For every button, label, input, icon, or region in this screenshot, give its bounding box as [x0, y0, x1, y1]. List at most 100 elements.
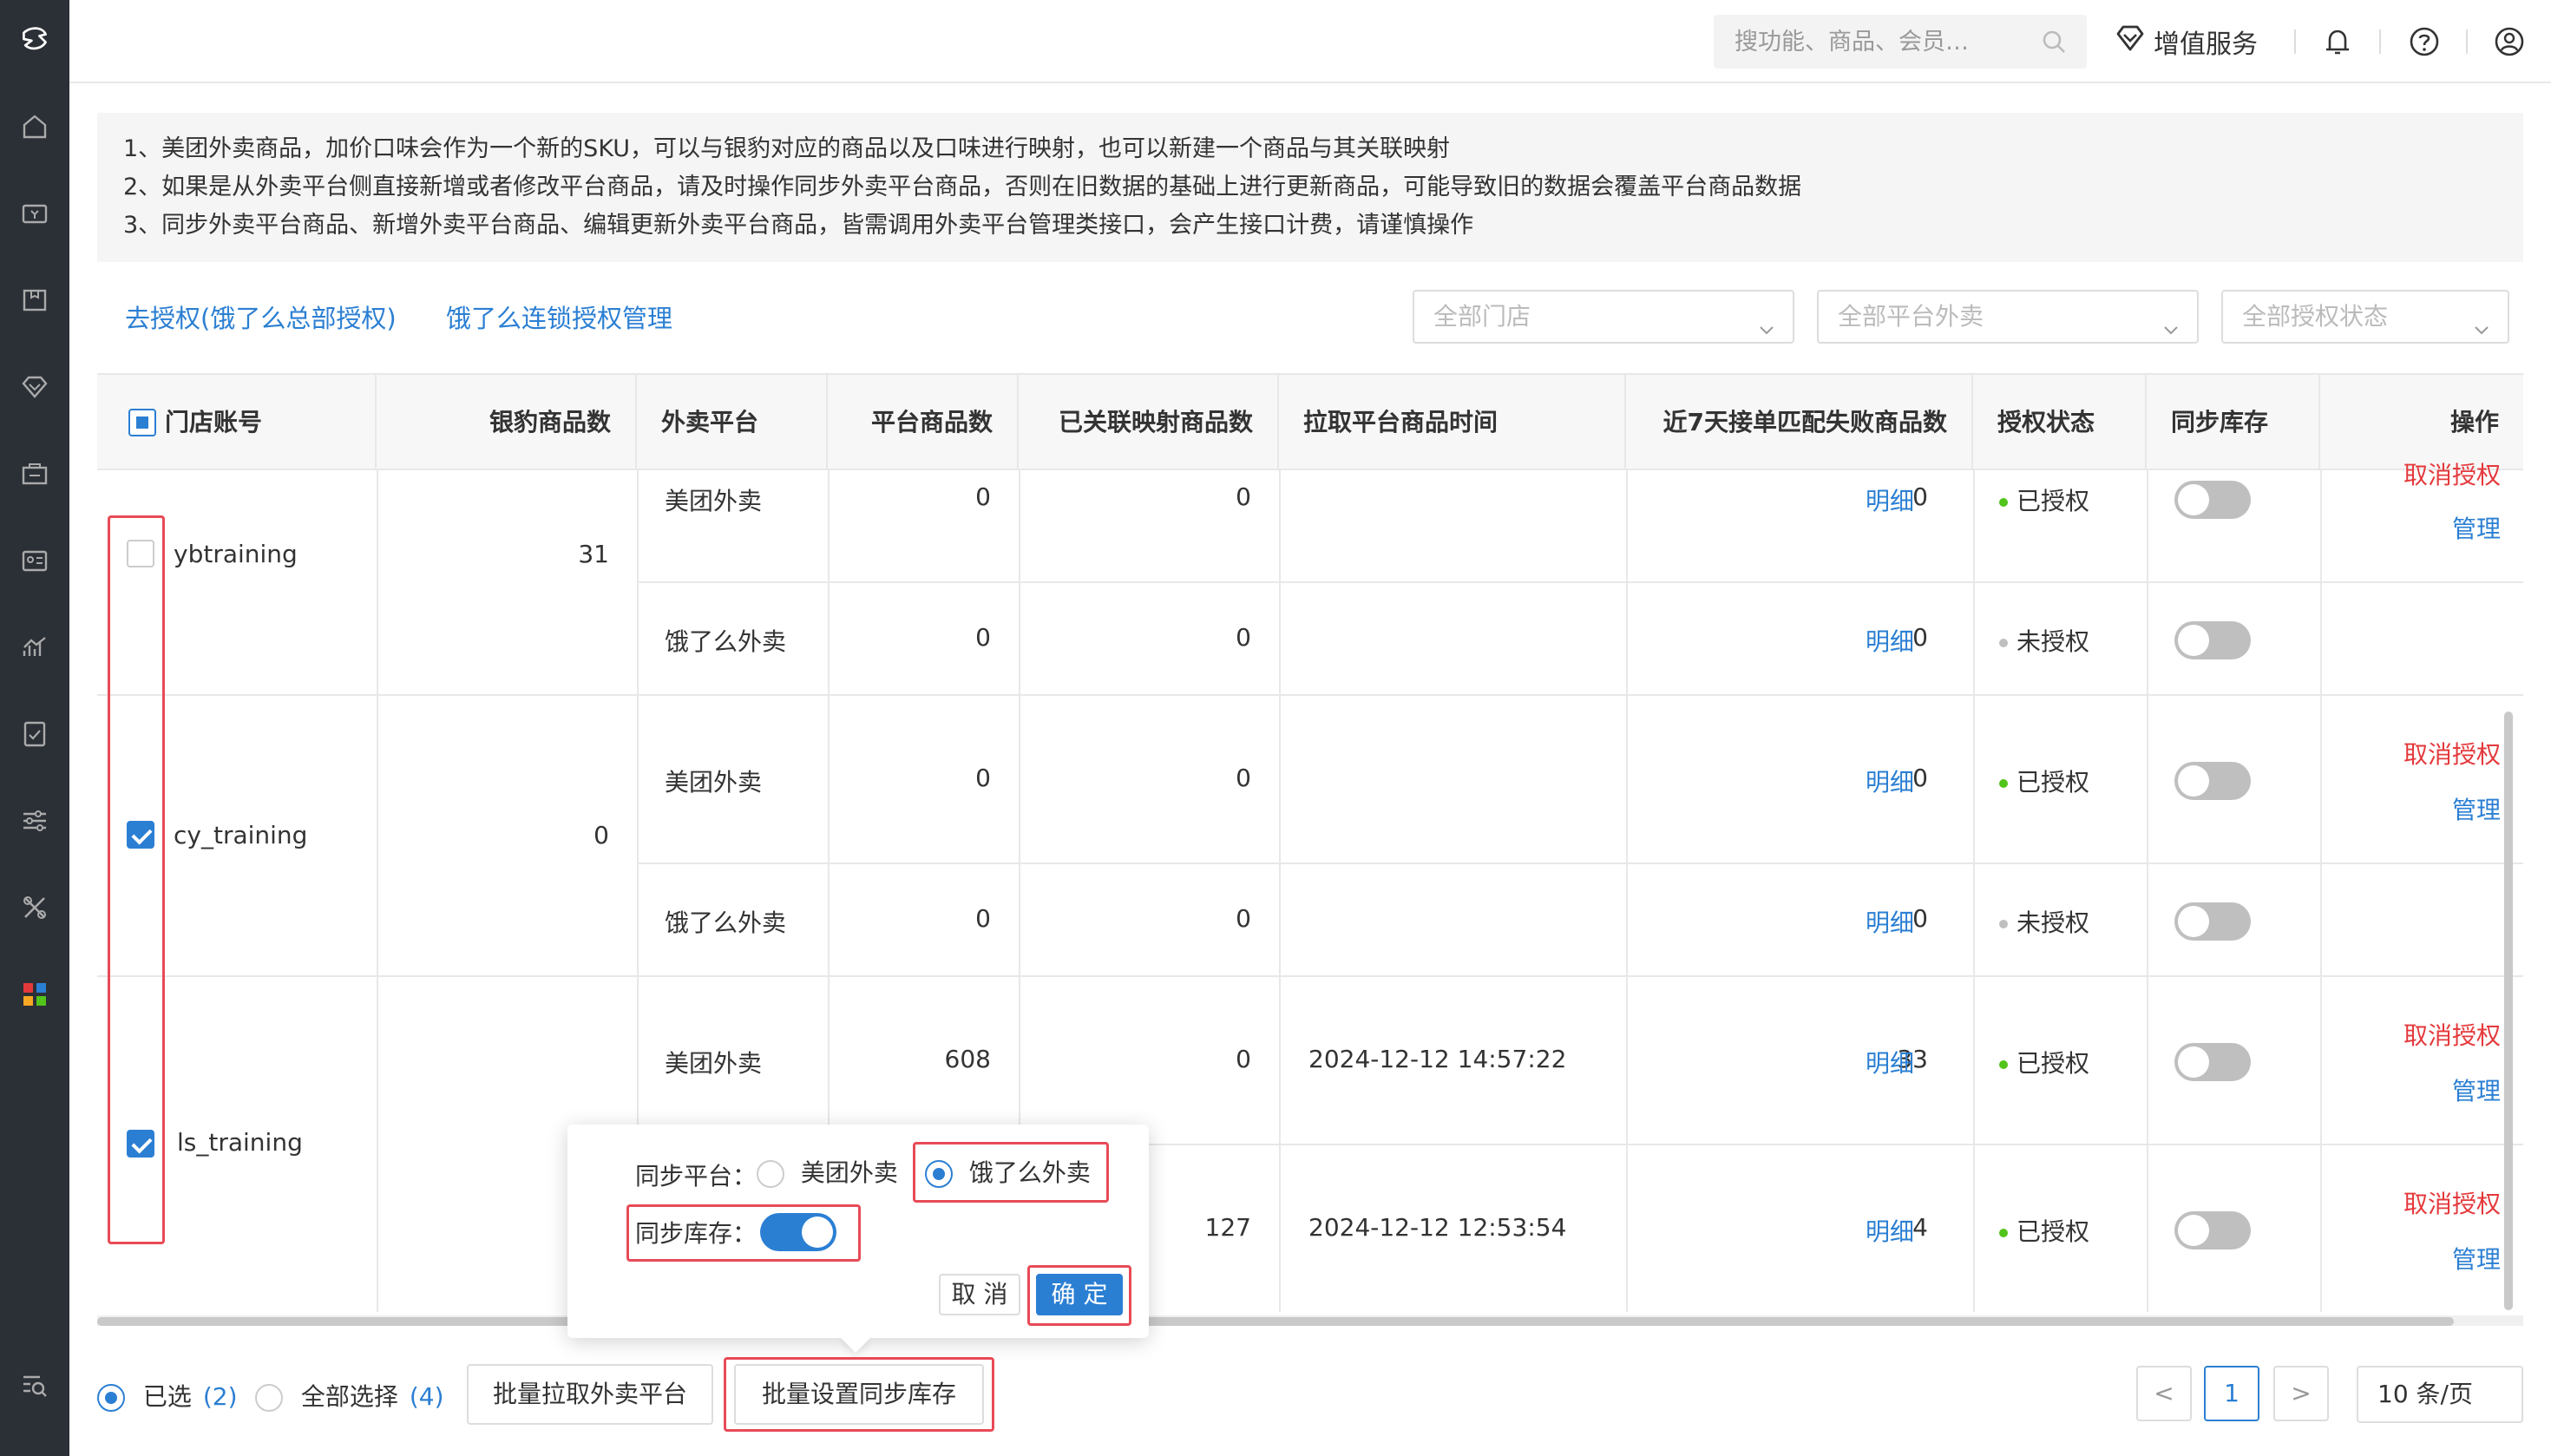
auth-status-filter-select[interactable]: 全部授权状态: [2221, 290, 2509, 344]
detail-link[interactable]: 明细: [1866, 623, 1914, 658]
detail-link[interactable]: 明细: [1866, 904, 1914, 939]
scrollbar-thumb[interactable]: [2504, 712, 2513, 1310]
select-all-radio[interactable]: [255, 1384, 283, 1412]
page-button-1[interactable]: 1: [2204, 1366, 2259, 1421]
platform-filter-select[interactable]: 全部平台外卖: [1817, 290, 2199, 344]
chevron-down-icon: [2471, 307, 2492, 357]
confirm-button[interactable]: 确 定: [1036, 1274, 1123, 1315]
global-search[interactable]: [1714, 15, 2087, 69]
member-icon[interactable]: [17, 370, 52, 404]
auth-status: 未授权: [1999, 623, 2089, 658]
column-divider: [1279, 470, 1281, 1312]
order-icon[interactable]: [17, 717, 52, 751]
chevron-down-icon: [2161, 307, 2181, 357]
help-icon[interactable]: [2405, 23, 2443, 61]
platform-name: 饿了么外卖: [665, 627, 787, 656]
logo-icon[interactable]: [0, 0, 69, 78]
sync-stock-toggle[interactable]: [2174, 621, 2251, 659]
home-icon[interactable]: [17, 109, 52, 144]
marketing-icon[interactable]: [17, 456, 52, 491]
column-divider: [377, 470, 378, 1312]
platform-filter-value: 全部平台外卖: [1838, 302, 1984, 331]
cancel-auth-link[interactable]: 取消授权: [2320, 1017, 2501, 1052]
search-input[interactable]: [1714, 15, 2026, 69]
vertical-scrollbar[interactable]: [2502, 469, 2515, 1312]
batch-sync-stock-button[interactable]: 批量设置同步库存: [734, 1364, 984, 1425]
column-header-fetch-time: 拉取平台商品时间: [1279, 375, 1626, 470]
chain-auth-link[interactable]: 饿了么连锁授权管理: [446, 298, 672, 335]
cancel-auth-link[interactable]: 取消授权: [2320, 456, 2501, 491]
detail-link[interactable]: 明细: [1866, 1045, 1914, 1079]
sync-stock-toggle[interactable]: [2174, 1043, 2251, 1081]
select-all-radio-option[interactable]: 全部选择 (4): [255, 1378, 444, 1413]
report-icon[interactable]: [17, 630, 52, 665]
product-icon[interactable]: [17, 283, 52, 318]
value-added-services-label: 增值服务: [2154, 30, 2258, 60]
sync-stock-toggle[interactable]: [2174, 481, 2251, 519]
sync-stock-toggle[interactable]: [2174, 1211, 2251, 1249]
auth-status: 已授权: [1999, 764, 2089, 798]
meituan-radio-option[interactable]: 美团外卖: [757, 1154, 898, 1189]
detail-link[interactable]: 明细: [1866, 1213, 1914, 1248]
bell-icon[interactable]: [2318, 23, 2357, 61]
tools-icon[interactable]: [17, 890, 52, 925]
column-header-platform: 外卖平台: [637, 375, 828, 470]
sync-stock-toggle[interactable]: [760, 1213, 836, 1251]
apps-icon[interactable]: [17, 977, 52, 1012]
mapped-count: 0: [1236, 482, 1251, 511]
notice-line: 3、同步外卖平台商品、新增外卖平台商品、编辑更新外卖平台商品，皆需调用外卖平台管…: [123, 212, 1474, 239]
cancel-button[interactable]: 取 消: [939, 1274, 1020, 1315]
eleme-radio[interactable]: [925, 1160, 953, 1188]
sync-stock-toggle[interactable]: [2174, 902, 2251, 941]
column-header-store-account: 门店账号: [97, 375, 377, 470]
settings-icon[interactable]: [17, 803, 52, 838]
platform-count: 0: [975, 904, 991, 933]
manage-link[interactable]: 管理: [2320, 1241, 2501, 1276]
notice-line: 2、如果是从外卖平台侧直接新增或者修改平台商品，请及时操作同步外卖平台商品，否则…: [123, 174, 1802, 200]
platform-name: 饿了么外卖: [665, 908, 787, 937]
horizontal-scrollbar[interactable]: [97, 1315, 2523, 1326]
auth-status: 未授权: [1999, 904, 2089, 939]
cancel-auth-link[interactable]: 取消授权: [2320, 736, 2501, 771]
batch-fetch-platform-button[interactable]: 批量拉取外卖平台: [467, 1364, 713, 1425]
page-size-select[interactable]: 10 条/页: [2357, 1366, 2523, 1423]
mapped-count: 0: [1236, 904, 1251, 933]
store-filter-select[interactable]: 全部门店: [1413, 290, 1794, 344]
column-divider: [1973, 470, 1975, 1312]
meituan-radio[interactable]: [757, 1160, 784, 1188]
search-icon[interactable]: [2040, 28, 2068, 59]
user-icon[interactable]: [2490, 23, 2528, 61]
store-table: 门店账号 银豹商品数 外卖平台 平台商品数 已关联映射商品数 拉取平台商品时间 …: [97, 373, 2523, 1312]
sync-stock-label: 同步库存：: [635, 1219, 757, 1248]
selected-count: (2): [202, 1382, 238, 1411]
next-page-button[interactable]: >: [2273, 1366, 2329, 1421]
select-all-checkbox[interactable]: [128, 409, 156, 436]
cashier-icon[interactable]: [17, 196, 52, 231]
manage-link[interactable]: 管理: [2320, 510, 2501, 545]
batch-sync-popover: 同步平台： 美团外卖 饿了么外卖 同步库存： 取 消 确 定: [567, 1125, 1149, 1353]
manage-link[interactable]: 管理: [2320, 1072, 2501, 1107]
manage-link[interactable]: 管理: [2320, 791, 2501, 826]
search-menu-icon[interactable]: [17, 1367, 52, 1402]
column-header-sync-stock: 同步库存: [2147, 375, 2320, 470]
authorize-link[interactable]: 去授权(饿了么总部授权): [125, 298, 397, 335]
cancel-auth-link[interactable]: 取消授权: [2320, 1185, 2501, 1220]
eleme-radio-option[interactable]: 饿了么外卖: [925, 1154, 1091, 1189]
sync-platform-label: 同步平台：: [635, 1162, 757, 1190]
meituan-radio-label: 美团外卖: [800, 1158, 898, 1187]
auth-status-label: 未授权: [2017, 627, 2090, 656]
platform-name: 美团外卖: [665, 1049, 763, 1078]
notice-box: 1、美团外卖商品，加价口味会作为一个新的SKU，可以与银豹对应的商品以及口味进行…: [97, 113, 2523, 262]
detail-link[interactable]: 明细: [1866, 482, 1914, 517]
header-divider: [2379, 30, 2381, 54]
prev-page-button[interactable]: <: [2136, 1366, 2192, 1421]
detail-link[interactable]: 明细: [1866, 764, 1914, 798]
scrollbar-thumb[interactable]: [97, 1317, 2454, 1326]
card-icon[interactable]: [17, 543, 52, 578]
selected-radio-option[interactable]: 已选 (2): [97, 1378, 238, 1413]
auth-status: 已授权: [1999, 482, 2089, 517]
value-added-services[interactable]: 增值服务: [2114, 19, 2258, 64]
sync-stock-toggle[interactable]: [2174, 762, 2251, 800]
selected-radio[interactable]: [97, 1384, 125, 1412]
status-dot: [1999, 1060, 2008, 1069]
